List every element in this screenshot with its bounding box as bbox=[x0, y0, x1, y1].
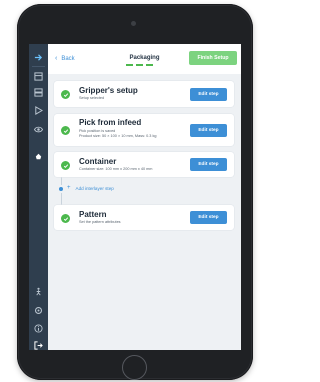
step-card-pick-from-infeed: Pick from infeed Pick position is saved … bbox=[54, 114, 234, 146]
check-circle-icon bbox=[61, 214, 70, 223]
layers-icon[interactable] bbox=[33, 87, 44, 98]
person-walk-icon[interactable] bbox=[33, 286, 44, 297]
edit-step-button[interactable]: Edit step bbox=[190, 158, 227, 171]
edit-step-button[interactable]: Edit step bbox=[190, 124, 227, 137]
check-circle-icon bbox=[61, 126, 70, 135]
edit-step-button[interactable]: Edit step bbox=[190, 88, 227, 101]
add-interlayer-step-button[interactable]: + Add interlayer step bbox=[67, 185, 114, 191]
progress-indicator bbox=[126, 64, 153, 66]
sidebar bbox=[29, 44, 48, 350]
finish-setup-button[interactable]: Finish Setup bbox=[189, 51, 237, 65]
step-title: Pattern bbox=[79, 210, 107, 219]
step-detail: Product size: 50 × 100 × 10 mm, Mass: 0.… bbox=[79, 134, 157, 138]
step-title: Pick from infeed bbox=[79, 118, 142, 127]
step-detail: Setup selected bbox=[79, 96, 105, 100]
app-screen: ‹ Back Packaging Finish Setup Gripper's … bbox=[29, 44, 241, 350]
step-card-container: Container Container size: 100 mm x 200 m… bbox=[54, 152, 234, 177]
tablet-device: ‹ Back Packaging Finish Setup Gripper's … bbox=[17, 4, 253, 380]
step-title: Container bbox=[79, 157, 117, 166]
timeline-connector bbox=[60, 193, 62, 205]
check-circle-icon bbox=[61, 161, 70, 170]
top-bar: ‹ Back Packaging Finish Setup bbox=[48, 44, 241, 74]
step-card-pattern: Pattern Set the pattern attributes Edit … bbox=[54, 205, 234, 230]
sidebar-divider bbox=[32, 66, 45, 67]
settings-icon[interactable] bbox=[33, 305, 44, 316]
home-button[interactable] bbox=[122, 355, 147, 380]
add-interlayer-label: Add interlayer step bbox=[75, 185, 114, 191]
logout-icon[interactable] bbox=[33, 340, 44, 350]
window-icon[interactable] bbox=[33, 71, 44, 82]
timeline-dot bbox=[59, 187, 63, 191]
step-title: Gripper's setup bbox=[79, 86, 138, 95]
step-detail: Container size: 100 mm x 200 mm x 40 mm bbox=[79, 167, 153, 171]
timeline-connector bbox=[60, 177, 62, 185]
check-circle-icon bbox=[61, 90, 70, 99]
edit-step-button[interactable]: Edit step bbox=[190, 211, 227, 224]
eye-icon[interactable] bbox=[33, 124, 44, 135]
step-detail: Set the pattern attributes bbox=[79, 220, 121, 224]
info-icon[interactable] bbox=[33, 323, 44, 334]
play-icon[interactable] bbox=[33, 105, 44, 116]
arrow-right-icon[interactable] bbox=[33, 52, 44, 63]
plus-icon: + bbox=[67, 185, 71, 191]
hand-icon[interactable] bbox=[33, 151, 44, 162]
camera bbox=[131, 21, 136, 26]
step-card-gripper: Gripper's setup Setup selected Edit step bbox=[54, 81, 234, 107]
